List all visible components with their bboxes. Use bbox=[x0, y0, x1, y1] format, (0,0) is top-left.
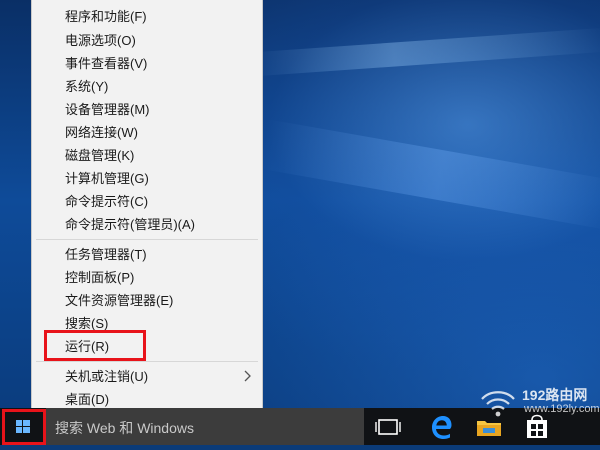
file-explorer-icon[interactable] bbox=[474, 412, 504, 442]
menu-item-command-prompt-admin[interactable]: 命令提示符(管理员)(A) bbox=[32, 214, 262, 235]
menu-separator bbox=[36, 239, 258, 240]
edge-icon[interactable] bbox=[426, 412, 456, 442]
menu-item-event-viewer[interactable]: 事件查看器(V) bbox=[32, 53, 262, 74]
menu-item-power-options[interactable]: 电源选项(O) bbox=[32, 30, 262, 51]
wallpaper-light-beam bbox=[258, 119, 600, 231]
search-input[interactable]: 搜索 Web 和 Windows bbox=[46, 408, 364, 445]
menu-item-file-explorer[interactable]: 文件资源管理器(E) bbox=[32, 290, 262, 311]
task-view-icon[interactable] bbox=[373, 412, 403, 442]
menu-item-desktop[interactable]: 桌面(D) bbox=[32, 389, 262, 410]
menu-item-computer-management[interactable]: 计算机管理(G) bbox=[32, 168, 262, 189]
chevron-right-icon bbox=[244, 370, 251, 382]
store-icon[interactable] bbox=[522, 412, 552, 442]
menu-item-control-panel[interactable]: 控制面板(P) bbox=[32, 267, 262, 288]
menu-item-network-connections[interactable]: 网络连接(W) bbox=[32, 122, 262, 143]
menu-item-programs-features[interactable]: 程序和功能(F) bbox=[32, 6, 262, 27]
run-highlight-box bbox=[44, 330, 146, 361]
menu-item-system[interactable]: 系统(Y) bbox=[32, 76, 262, 97]
start-highlight-box bbox=[2, 409, 46, 445]
menu-item-shutdown-signout[interactable]: 关机或注销(U) bbox=[32, 366, 262, 387]
menu-item-disk-management[interactable]: 磁盘管理(K) bbox=[32, 145, 262, 166]
wallpaper-light-beam bbox=[249, 27, 600, 77]
search-placeholder: 搜索 Web 和 Windows bbox=[55, 420, 194, 436]
menu-item-task-manager[interactable]: 任务管理器(T) bbox=[32, 244, 262, 265]
menu-separator bbox=[36, 361, 258, 362]
menu-item-command-prompt[interactable]: 命令提示符(C) bbox=[32, 191, 262, 212]
menu-item-device-manager[interactable]: 设备管理器(M) bbox=[32, 99, 262, 120]
